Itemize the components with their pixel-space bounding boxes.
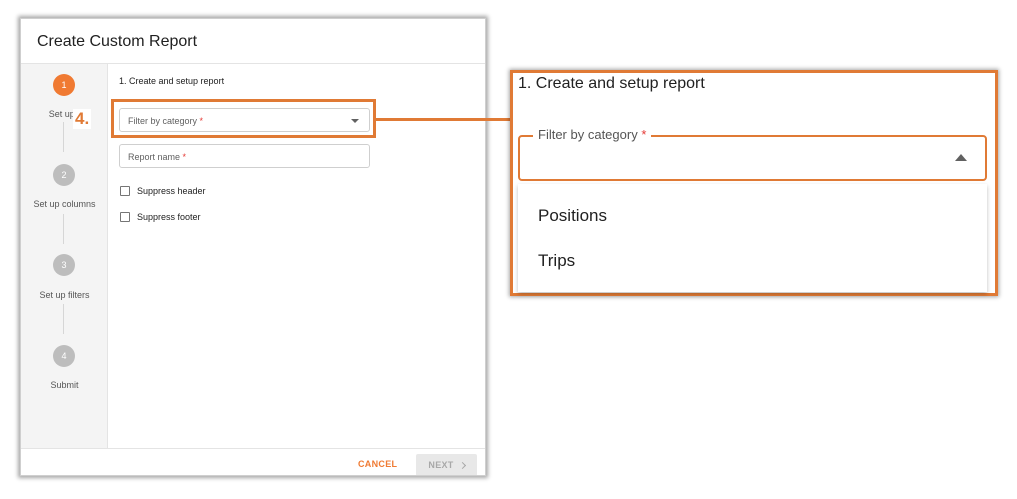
step-connector xyxy=(63,304,64,334)
create-custom-report-dialog: Create Custom Report 1 Set up r 2 Set up… xyxy=(20,18,486,476)
callout-step-number: 4. xyxy=(73,109,92,129)
step-connector xyxy=(63,122,64,152)
category-dropdown-menu: Positions Trips xyxy=(518,184,987,292)
step-4-label[interactable]: Submit xyxy=(21,380,108,390)
report-name-placeholder: Report name * xyxy=(128,152,187,162)
dialog-title: Create Custom Report xyxy=(37,33,198,50)
zoom-filter-by-category-select[interactable]: Filter by category * xyxy=(518,128,987,181)
stepper-sidebar: 1 Set up r 2 Set up columns 3 Set up fil… xyxy=(21,64,108,448)
suppress-footer-checkbox[interactable] xyxy=(120,212,130,222)
suppress-footer-label[interactable]: Suppress footer xyxy=(137,212,201,222)
cancel-button[interactable]: CANCEL xyxy=(358,459,397,469)
step-4-indicator[interactable]: 4 xyxy=(53,345,75,367)
step-connector xyxy=(63,214,64,244)
zoom-panel: 1. Create and setup report Filter by cat… xyxy=(510,70,998,296)
suppress-footer-row[interactable]: Suppress footer xyxy=(120,212,201,222)
menu-item-trips[interactable]: Trips xyxy=(538,251,575,271)
step-2-label[interactable]: Set up columns xyxy=(21,199,108,209)
next-button-label: NEXT xyxy=(428,460,454,470)
step-2-indicator[interactable]: 2 xyxy=(53,164,75,186)
suppress-header-checkbox[interactable] xyxy=(120,186,130,196)
step-3-label[interactable]: Set up filters xyxy=(21,290,108,300)
zoom-section-title: 1. Create and setup report xyxy=(518,75,705,92)
section-title: 1. Create and setup report xyxy=(119,76,225,86)
caret-up-icon[interactable] xyxy=(955,154,967,161)
footer-divider xyxy=(21,448,485,449)
callout-highlight-box xyxy=(111,99,376,138)
callout-connector-line xyxy=(376,118,511,121)
step-1-indicator[interactable]: 1 xyxy=(53,74,75,96)
required-mark: * xyxy=(182,152,187,162)
suppress-header-row[interactable]: Suppress header xyxy=(120,186,206,196)
step-1-label[interactable]: Set up r xyxy=(21,109,108,119)
next-button[interactable]: NEXT xyxy=(416,454,477,475)
step-3-indicator[interactable]: 3 xyxy=(53,254,75,276)
chevron-right-icon xyxy=(458,461,466,469)
menu-item-positions[interactable]: Positions xyxy=(538,206,607,226)
required-mark: * xyxy=(641,127,647,142)
report-name-input[interactable]: Report name * xyxy=(119,144,370,168)
zoom-field-label: Filter by category * xyxy=(533,127,652,142)
suppress-header-label[interactable]: Suppress header xyxy=(137,186,206,196)
